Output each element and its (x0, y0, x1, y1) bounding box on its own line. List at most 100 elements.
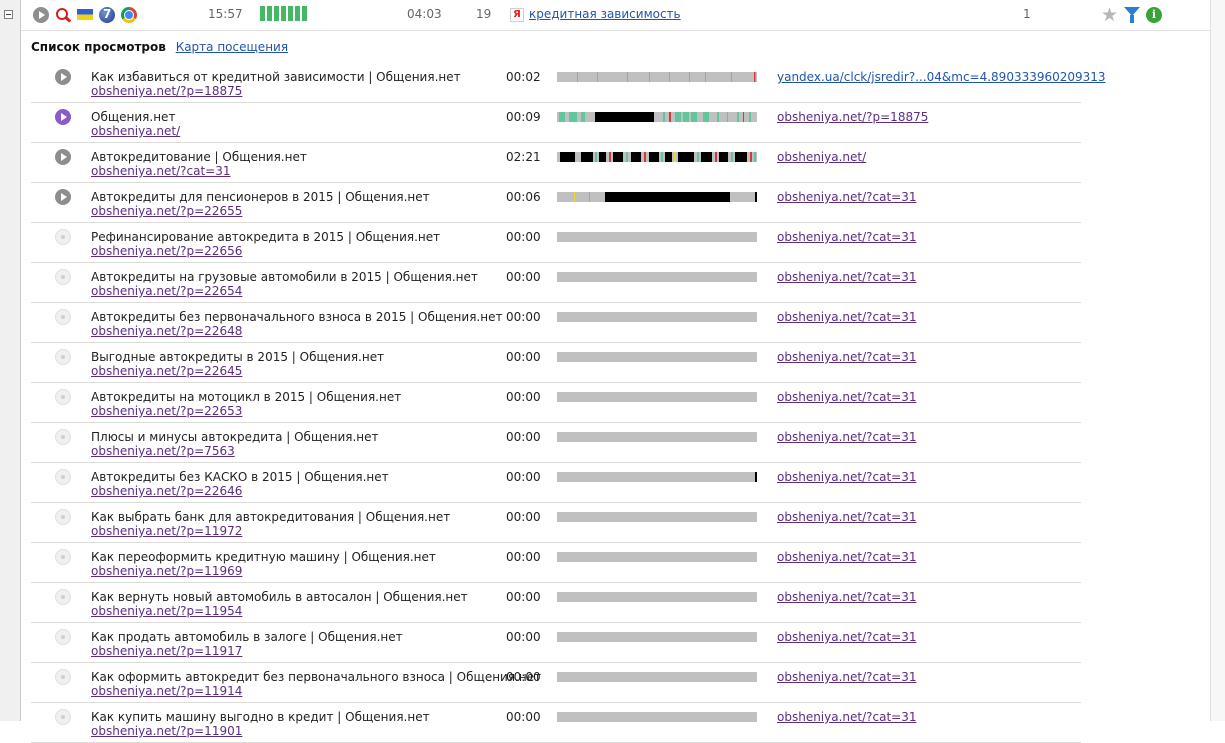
activity-timeline (557, 392, 757, 402)
play-icon[interactable] (55, 429, 71, 445)
page-title: Автокредитование | Общения.нет (91, 150, 307, 164)
activity-timeline (557, 272, 757, 282)
timeline-segment (574, 192, 575, 202)
play-icon[interactable] (55, 109, 71, 125)
filter-icon[interactable] (1124, 7, 1140, 23)
play-icon[interactable] (55, 69, 71, 85)
timeline-background (557, 352, 757, 362)
referrer-link[interactable]: obsheniya.net/?cat=31 (777, 310, 917, 324)
play-icon[interactable] (55, 309, 71, 325)
timeline-segment (731, 152, 733, 162)
referrer-link[interactable]: obsheniya.net/?cat=31 (777, 230, 917, 244)
timeline-segment (683, 112, 689, 122)
referrer-link[interactable]: obsheniya.net/?cat=31 (777, 670, 917, 684)
referrer-link[interactable]: obsheniya.net/?cat=31 (777, 390, 917, 404)
timeline-segment (735, 152, 747, 162)
play-icon[interactable] (55, 149, 71, 165)
page-url-link[interactable]: obsheniya.net/?p=11972 (91, 524, 242, 538)
referrer-link[interactable]: obsheniya.net/?cat=31 (777, 470, 917, 484)
left-gutter (0, 0, 21, 721)
page-url-link[interactable]: obsheniya.net/?p=11917 (91, 644, 242, 658)
view-tabs: Список просмотров Карта посещения (31, 40, 288, 54)
play-icon[interactable] (55, 349, 71, 365)
page-url-link[interactable]: obsheniya.net/?p=22648 (91, 324, 242, 338)
play-icon[interactable] (55, 509, 71, 525)
timeline-segment (649, 72, 650, 82)
play-icon[interactable] (55, 269, 71, 285)
referrer-link[interactable]: obsheniya.net/?cat=31 (777, 550, 917, 564)
play-icon[interactable] (55, 629, 71, 645)
play-icon[interactable] (55, 549, 71, 565)
referrer-link[interactable]: obsheniya.net/?cat=31 (777, 630, 917, 644)
page-url-link[interactable]: obsheniya.net/?p=22656 (91, 244, 242, 258)
page-url-link[interactable]: obsheniya.net/?p=11914 (91, 684, 242, 698)
timeline-segment (663, 112, 665, 122)
page-url-link[interactable]: obsheniya.net/ (91, 124, 180, 138)
page-url-link[interactable]: obsheniya.net/?p=22654 (91, 284, 242, 298)
page-url-link[interactable]: obsheniya.net/?p=22645 (91, 364, 242, 378)
time-on-page: 00:00 (506, 430, 541, 444)
timeline-background (557, 632, 757, 642)
timeline-background (557, 432, 757, 442)
time-on-page: 02:21 (506, 150, 541, 164)
page-url-link[interactable]: obsheniya.net/?p=11969 (91, 564, 242, 578)
activity-bar (267, 6, 272, 21)
search-icon[interactable] (55, 7, 71, 23)
play-icon[interactable] (55, 469, 71, 485)
referrer-link[interactable]: obsheniya.net/ (777, 150, 866, 164)
search-query-link[interactable]: кредитная зависимость (529, 7, 681, 21)
page-url-link[interactable]: obsheniya.net/?p=22646 (91, 484, 242, 498)
page-url-link[interactable]: obsheniya.net/?cat=31 (91, 164, 231, 178)
referrer-link[interactable]: obsheniya.net/?cat=31 (777, 590, 917, 604)
page-url-link[interactable]: obsheniya.net/?p=11901 (91, 724, 242, 738)
timeline-segment (559, 112, 565, 122)
tab-visit-map[interactable]: Карта посещения (176, 40, 288, 54)
play-icon[interactable] (55, 709, 71, 725)
page-url-link[interactable]: obsheniya.net/?p=22655 (91, 204, 242, 218)
timeline-segment (754, 152, 756, 162)
referrer-link[interactable]: obsheniya.net/?cat=31 (777, 430, 917, 444)
referrer-link[interactable]: obsheniya.net/?cat=31 (777, 190, 917, 204)
activity-timeline (557, 632, 757, 642)
page-title: Как вернуть новый автомобиль в автосалон… (91, 590, 468, 604)
right-scrollbar[interactable] (1210, 0, 1225, 721)
chrome-icon (121, 7, 137, 23)
timeline-segment (669, 72, 670, 82)
page-url-link[interactable]: obsheniya.net/?p=11954 (91, 604, 242, 618)
page-title: Плюсы и минусы автокредита | Общения.нет (91, 430, 379, 444)
play-icon[interactable] (55, 229, 71, 245)
time-on-page: 00:00 (506, 550, 541, 564)
pageview-row: Рефинансирование автокредита в 2015 | Об… (31, 223, 1081, 263)
star-icon[interactable]: ★ (1101, 6, 1118, 25)
referrer-link[interactable]: obsheniya.net/?cat=31 (777, 350, 917, 364)
timeline-segment (581, 152, 593, 162)
referrer-link[interactable]: obsheniya.net/?p=18875 (777, 110, 928, 124)
timeline-background (557, 232, 757, 242)
play-icon[interactable] (55, 389, 71, 405)
timeline-segment (644, 152, 646, 162)
referrer-link[interactable]: obsheniya.net/?cat=31 (777, 270, 917, 284)
tab-view-list[interactable]: Список просмотров (31, 40, 166, 54)
referrer-link[interactable]: yandex.ua/clck/jsredir?...04&mc=4.890333… (777, 70, 1106, 84)
timeline-segment (649, 152, 659, 162)
timeline-segment (703, 112, 709, 122)
time-on-page: 00:00 (506, 310, 541, 324)
timeline-segment (674, 152, 676, 162)
activity-indicator (260, 6, 307, 21)
page-title: Как переоформить кредитную машину | Обще… (91, 550, 436, 564)
referrer-link[interactable]: obsheniya.net/?cat=31 (777, 510, 917, 524)
play-icon[interactable] (55, 669, 71, 685)
info-icon[interactable]: i (1146, 7, 1162, 23)
play-icon[interactable] (33, 7, 49, 23)
referrer-link[interactable]: obsheniya.net/?cat=31 (777, 710, 917, 724)
time-on-page: 00:00 (506, 630, 541, 644)
activity-bar (288, 6, 293, 21)
play-icon[interactable] (55, 589, 71, 605)
pageview-row: Общения.нет obsheniya.net/00:09 obsheniya.… (31, 103, 1081, 143)
collapse-toggle-icon[interactable] (4, 10, 13, 19)
page-url-link[interactable]: obsheniya.net/?p=18875 (91, 84, 242, 98)
play-icon[interactable] (55, 189, 71, 205)
page-url-link[interactable]: obsheniya.net/?p=7563 (91, 444, 235, 458)
page-url-link[interactable]: obsheniya.net/?p=22653 (91, 404, 242, 418)
session-duration: 04:03 (407, 7, 442, 21)
